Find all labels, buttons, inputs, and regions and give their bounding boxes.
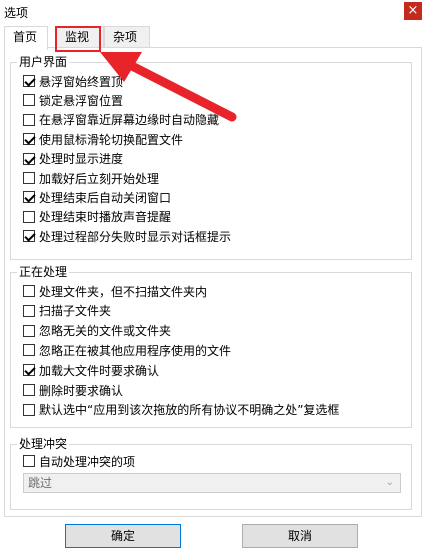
checkbox[interactable] — [23, 191, 35, 204]
checkbox[interactable] — [23, 152, 35, 165]
checkbox-label: 自动处理冲突的项 — [39, 454, 136, 469]
checkbox-label: 处理文件夹，但不扫描文件夹内 — [39, 284, 208, 299]
checkbox-label: 默认选中“应用到该次拖放的所有协议不明确之处”复选框 — [39, 403, 340, 418]
checkbox[interactable] — [23, 94, 35, 107]
checkbox[interactable] — [23, 75, 35, 87]
checkbox-label: 忽略无关的文件或文件夹 — [39, 324, 172, 339]
checkbox-row[interactable]: 加载好后立刻开始处理 — [23, 170, 159, 186]
checkbox-label: 加载好后立刻开始处理 — [39, 171, 160, 186]
checkbox-row[interactable]: 锁定悬浮窗位置 — [23, 92, 123, 108]
checkbox-row[interactable]: 默认选中“应用到该次拖放的所有协议不明确之处”复选框 — [23, 402, 339, 418]
checkbox-label: 忽略正在被其他应用程序使用的文件 — [39, 343, 232, 358]
group-title: 正在处理 — [17, 265, 70, 279]
group-conflict: 处理冲突 自动处理冲突的项 跳过 ⌄ — [10, 437, 412, 510]
checkbox[interactable] — [23, 113, 35, 126]
chevron-down-icon: ⌄ — [385, 477, 394, 488]
checkbox[interactable] — [23, 455, 35, 467]
checkbox-row[interactable]: 忽略正在被其他应用程序使用的文件 — [23, 342, 231, 358]
title-bar: 选项 × — [0, 0, 426, 24]
checkbox-row[interactable]: 处理时显示进度 — [23, 151, 123, 167]
close-button[interactable]: × — [404, 2, 422, 20]
checkbox-label: 处理结束时播放声音提醒 — [39, 210, 172, 225]
checkbox-row[interactable]: 处理过程部分失败时显示对话框提示 — [23, 228, 231, 244]
cancel-button[interactable]: 取消 — [242, 524, 358, 548]
checkbox[interactable] — [23, 304, 35, 317]
checkbox[interactable] — [23, 285, 35, 297]
checkbox[interactable] — [23, 230, 35, 243]
group-title: 处理冲突 — [17, 437, 70, 451]
checkbox-row[interactable]: 加载大文件时要求确认 — [23, 362, 159, 378]
tab-home[interactable]: 首页 — [4, 26, 48, 50]
checkbox[interactable] — [23, 344, 35, 357]
checkbox-row[interactable]: 悬浮窗始终置顶 — [23, 73, 123, 89]
checkbox-label: 在悬浮窗靠近屏幕边缘时自动隐藏 — [39, 113, 220, 128]
checkbox-row[interactable]: 忽略无关的文件或文件夹 — [23, 323, 171, 339]
checkbox-row[interactable]: 处理结束时播放声音提醒 — [23, 209, 171, 225]
checkbox-label: 处理结束后自动关闭窗口 — [39, 190, 172, 205]
checkbox-label: 加载大文件时要求确认 — [39, 363, 160, 378]
checkbox[interactable] — [23, 384, 35, 396]
group-user-interface: 用户界面 悬浮窗始终置顶 锁定悬浮窗位置在悬浮窗靠近屏幕边缘时自动隐藏 使用鼠标滑轮… — [10, 55, 412, 260]
checkbox-row[interactable]: 在悬浮窗靠近屏幕边缘时自动隐藏 — [23, 112, 219, 128]
conflict-action-select[interactable]: 跳过 ⌄ — [23, 473, 401, 493]
checkbox-row[interactable]: 删除时要求确认 — [23, 382, 123, 398]
checkbox[interactable] — [23, 403, 35, 416]
checkbox[interactable] — [23, 210, 35, 223]
checkbox-label: 删除时要求确认 — [39, 383, 124, 398]
group-processing: 正在处理 处理文件夹，但不扫描文件夹内 扫描子文件夹忽略无关的文件或文件夹忽略正在… — [10, 265, 412, 428]
group-title: 用户界面 — [17, 55, 70, 69]
tab-misc[interactable]: 杂项 — [104, 26, 150, 48]
checkbox-label: 悬浮窗始终置顶 — [39, 74, 124, 89]
checkbox-row[interactable]: 使用鼠标滑轮切换配置文件 — [23, 131, 183, 147]
checkbox-row[interactable]: 扫描子文件夹 — [23, 303, 111, 319]
window-title: 选项 — [4, 6, 29, 20]
checkbox[interactable] — [23, 172, 35, 184]
checkbox[interactable] — [23, 133, 35, 146]
ok-button[interactable]: 确定 — [65, 524, 181, 548]
checkbox[interactable] — [23, 324, 35, 337]
checkbox-row[interactable]: 自动处理冲突的项 — [23, 453, 135, 469]
checkbox-label: 锁定悬浮窗位置 — [39, 93, 124, 108]
checkbox-row[interactable]: 处理文件夹，但不扫描文件夹内 — [23, 283, 207, 299]
checkbox-label: 扫描子文件夹 — [39, 304, 112, 319]
checkbox-label: 处理时显示进度 — [39, 152, 124, 167]
checkbox-label: 处理过程部分失败时显示对话框提示 — [39, 229, 232, 244]
select-value: 跳过 — [28, 476, 53, 490]
checkbox-row[interactable]: 处理结束后自动关闭窗口 — [23, 189, 171, 205]
checkbox[interactable] — [23, 364, 35, 377]
annotation-highlight-box — [55, 26, 101, 52]
checkbox-label: 使用鼠标滑轮切换配置文件 — [39, 132, 184, 147]
